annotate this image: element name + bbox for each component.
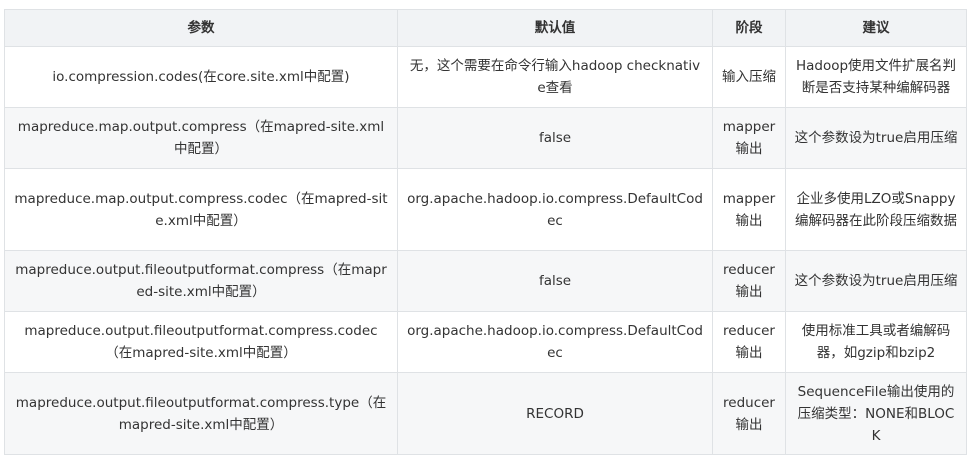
column-header-default: 默认值	[397, 9, 713, 47]
stage-cell: reducer输出	[712, 311, 786, 373]
table-row: mapreduce.map.output.compress.codec（在map…	[4, 168, 967, 251]
table-row: mapreduce.output.fileoutputformat.compre…	[4, 372, 967, 455]
advice-cell: 使用标准工具或者编解码器，如gzip和bzip2	[785, 311, 967, 373]
param-cell: mapreduce.output.fileoutputformat.compre…	[4, 311, 398, 373]
table-header-row: 参数 默认值 阶段 建议	[4, 9, 967, 47]
column-header-advice: 建议	[785, 9, 967, 47]
param-cell: mapreduce.output.fileoutputformat.compre…	[4, 250, 398, 312]
table-row: mapreduce.map.output.compress（在mapred-si…	[4, 107, 967, 169]
table-row: mapreduce.output.fileoutputformat.compre…	[4, 250, 967, 312]
default-cell: org.apache.hadoop.io.compress.DefaultCod…	[397, 168, 713, 251]
advice-cell: 这个参数设为true启用压缩	[785, 107, 967, 169]
default-cell: false	[397, 107, 713, 169]
compression-config-table-container: 参数 默认值 阶段 建议 io.compression.codes(在core.…	[4, 9, 967, 455]
table-row: io.compression.codes(在core.site.xml中配置) …	[4, 46, 967, 108]
param-cell: mapreduce.output.fileoutputformat.compre…	[4, 372, 398, 455]
advice-cell: 这个参数设为true启用压缩	[785, 250, 967, 312]
advice-cell: Hadoop使用文件扩展名判断是否支持某种编解码器	[785, 46, 967, 108]
column-header-param: 参数	[4, 9, 398, 47]
stage-cell: 输入压缩	[712, 46, 786, 108]
advice-cell: 企业多使用LZO或Snappy编解码器在此阶段压缩数据	[785, 168, 967, 251]
stage-cell: reducer输出	[712, 372, 786, 455]
table-row: mapreduce.output.fileoutputformat.compre…	[4, 311, 967, 373]
default-cell: RECORD	[397, 372, 713, 455]
default-cell: false	[397, 250, 713, 312]
compression-config-table: 参数 默认值 阶段 建议 io.compression.codes(在core.…	[4, 9, 967, 455]
param-cell: mapreduce.map.output.compress.codec（在map…	[4, 168, 398, 251]
default-cell: org.apache.hadoop.io.compress.DefaultCod…	[397, 311, 713, 373]
stage-cell: reducer输出	[712, 250, 786, 312]
param-cell: mapreduce.map.output.compress（在mapred-si…	[4, 107, 398, 169]
stage-cell: mapper输出	[712, 168, 786, 251]
default-cell: 无，这个需要在命令行输入hadoop checknative查看	[397, 46, 713, 108]
stage-cell: mapper输出	[712, 107, 786, 169]
param-cell: io.compression.codes(在core.site.xml中配置)	[4, 46, 398, 108]
advice-cell: SequenceFile输出使用的压缩类型：NONE和BLOCK	[785, 372, 967, 455]
column-header-stage: 阶段	[712, 9, 786, 47]
